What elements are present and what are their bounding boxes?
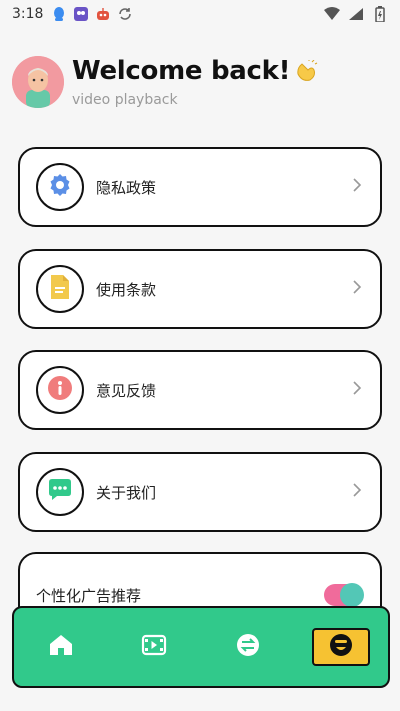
signal-icon [348, 6, 364, 22]
privacy-icon-circle [36, 163, 84, 211]
face-icon [328, 632, 354, 662]
menu-item-about-us[interactable]: 关于我们 [18, 452, 382, 532]
welcome-title: Welcome back! [72, 56, 318, 86]
status-app-icons [51, 6, 133, 22]
welcome-text: Welcome back! [72, 56, 291, 86]
menu-item-feedback[interactable]: 意见反馈 [18, 350, 382, 430]
bottom-nav [12, 606, 390, 688]
menu-label: 隐私政策 [96, 178, 157, 197]
avatar[interactable] [12, 56, 64, 108]
menu-item-terms-of-use[interactable]: 使用条款 [18, 249, 382, 329]
status-left: 3:18 [12, 6, 133, 22]
nav-swap[interactable] [218, 617, 278, 677]
nav-video[interactable] [124, 617, 184, 677]
profile-header: Welcome back! video playback [12, 54, 388, 110]
personalized-ads-label: 个性化广告推荐 [36, 586, 142, 605]
nav-profile-active [312, 628, 371, 666]
subtitle: video playback [72, 92, 178, 108]
menu-label: 关于我们 [96, 483, 157, 502]
status-time: 3:18 [12, 6, 44, 22]
document-icon [49, 274, 71, 304]
terms-icon-circle [36, 265, 84, 313]
battery-icon [372, 6, 388, 22]
info-icon [47, 375, 73, 405]
robot-icon [95, 6, 111, 22]
nav-profile[interactable] [311, 617, 371, 677]
swap-icon [235, 632, 261, 662]
sync-icon [117, 6, 133, 22]
nav-home[interactable] [31, 617, 91, 677]
status-bar: 3:18 [0, 0, 400, 28]
clapping-hands-icon [294, 60, 318, 82]
menu-item-privacy-policy[interactable]: 隐私政策 [18, 147, 382, 227]
toggle-knob [340, 583, 364, 607]
chevron-right-icon [352, 482, 362, 502]
menu-label: 使用条款 [96, 280, 157, 299]
chat-icon [47, 478, 73, 506]
gear-icon [47, 172, 73, 202]
status-right [324, 6, 388, 22]
header-text: Welcome back! video playback [72, 56, 318, 108]
feedback-icon-circle [36, 366, 84, 414]
chevron-right-icon [352, 177, 362, 197]
wifi-icon [324, 6, 340, 22]
about-icon-circle [36, 468, 84, 516]
menu-label: 意见反馈 [96, 381, 157, 400]
home-icon [48, 633, 74, 661]
chevron-right-icon [352, 279, 362, 299]
chevron-right-icon [352, 380, 362, 400]
personalized-ads-toggle[interactable] [324, 583, 364, 607]
app-icon [73, 6, 89, 22]
video-icon [141, 633, 167, 661]
app-screen: 3:18 Welcome back! video playback 隐私政策 使… [0, 0, 400, 711]
qq-icon [51, 6, 67, 22]
